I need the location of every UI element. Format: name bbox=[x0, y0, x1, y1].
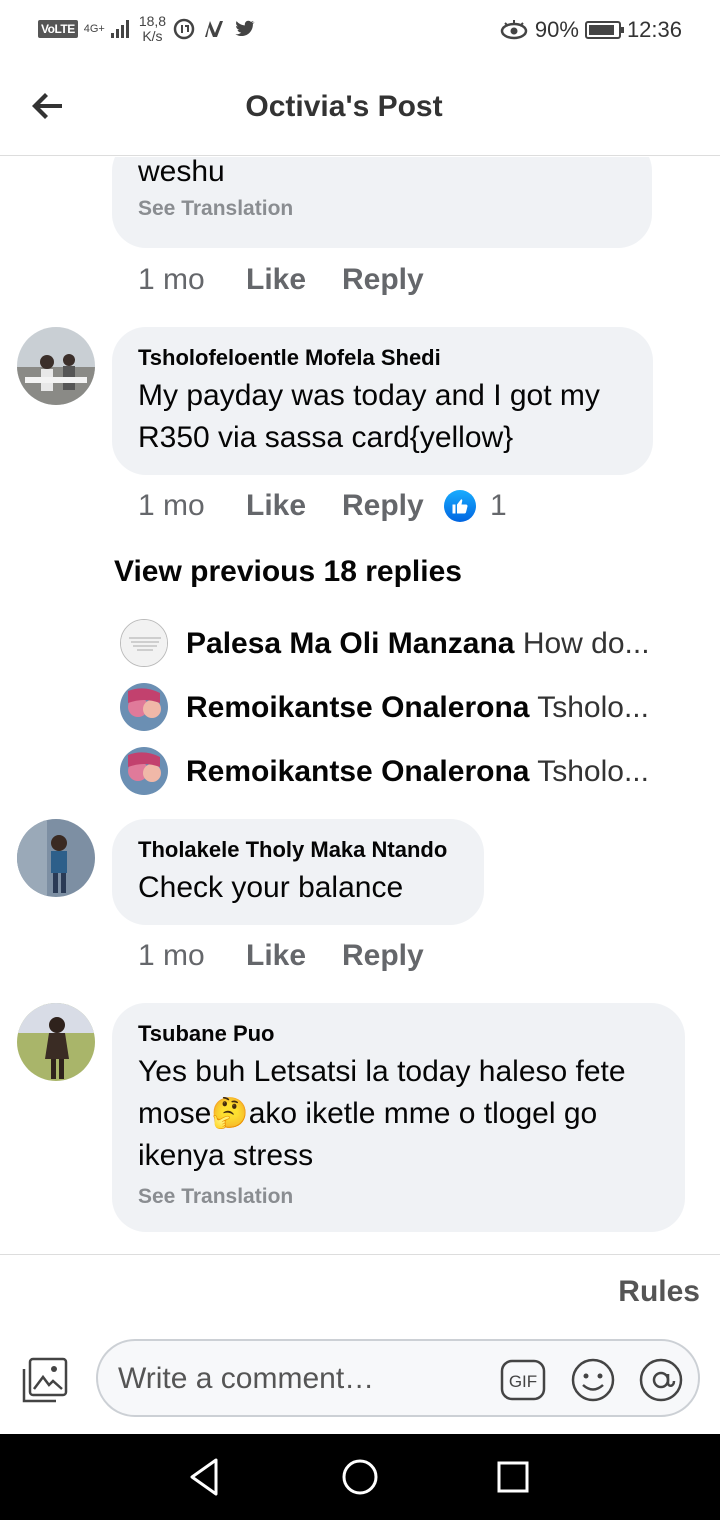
speed-value: 18,8 bbox=[138, 13, 167, 29]
avatar[interactable] bbox=[17, 327, 95, 405]
speed-unit: K/s bbox=[142, 28, 163, 44]
comment-text: weshu bbox=[138, 157, 225, 188]
comment-author[interactable]: Tholakele Tholy Maka Ntando bbox=[138, 837, 458, 863]
view-previous-replies-link[interactable]: View previous 18 replies bbox=[114, 555, 462, 589]
comment-bubble[interactable]: Tsholofeloentle Mofela Shedi My payday w… bbox=[112, 327, 653, 475]
status-left: VoLTE 4G+ 18,8 K/s bbox=[38, 14, 256, 44]
post-header: Octivia's Post bbox=[0, 62, 720, 156]
reply-avatar[interactable] bbox=[120, 619, 168, 667]
photo-icon[interactable] bbox=[20, 1355, 70, 1405]
status-bar: VoLTE 4G+ 18,8 K/s 90% 12:36 bbox=[0, 0, 720, 62]
comment-actions: 1 mo Like Reply bbox=[138, 939, 444, 973]
avatar[interactable] bbox=[17, 1003, 95, 1081]
like-button[interactable]: Like bbox=[246, 489, 342, 523]
battery-percent: 90% bbox=[534, 17, 579, 42]
reply-author: Remoikantse Onalerona bbox=[186, 691, 530, 724]
network-type: 4G+ bbox=[83, 22, 105, 35]
mention-icon[interactable] bbox=[638, 1357, 684, 1403]
like-button[interactable]: Like bbox=[246, 939, 342, 973]
comment-input-box[interactable]: GIF bbox=[96, 1339, 700, 1417]
reply-preview[interactable]: Remoikantse Onalerona Tsholo... bbox=[186, 755, 676, 789]
comments-list[interactable]: weshu See Translation 1 mo Like Reply Ts… bbox=[0, 157, 720, 1254]
network-speed: 18,8 K/s bbox=[139, 14, 166, 44]
reply-author: Remoikantse Onalerona bbox=[186, 755, 530, 788]
reaction-summary[interactable]: 1 bbox=[444, 489, 507, 523]
comment-time: 1 mo bbox=[138, 489, 205, 522]
back-triangle-icon[interactable] bbox=[182, 1454, 228, 1500]
comment-author[interactable]: Tsubane Puo bbox=[138, 1021, 659, 1047]
reply-preview[interactable]: Remoikantse Onalerona Tsholo... bbox=[186, 691, 676, 725]
reply-preview[interactable]: Palesa Ma Oli Manzana How do... bbox=[186, 627, 676, 661]
avatar[interactable] bbox=[17, 819, 95, 897]
emoji-icon[interactable] bbox=[570, 1357, 616, 1403]
comment-composer: Rules GIF bbox=[0, 1254, 720, 1434]
comment-time: 1 mo bbox=[138, 263, 205, 296]
comment-bubble[interactable]: Tsubane Puo Yes buh Letsatsi la today ha… bbox=[112, 1003, 685, 1232]
see-translation-link[interactable]: See Translation bbox=[138, 197, 626, 221]
page-title: Octivia's Post bbox=[245, 90, 443, 123]
comment-time: 1 mo bbox=[138, 939, 205, 972]
home-circle-icon[interactable] bbox=[337, 1454, 383, 1500]
clock: 12:36 bbox=[626, 17, 682, 42]
thumbs-up-icon bbox=[444, 490, 476, 522]
status-right: 90% 12:36 bbox=[499, 17, 682, 43]
system-nav-bar bbox=[0, 1434, 720, 1520]
battery-fill bbox=[588, 25, 615, 35]
comment-text: Yes buh Letsatsi la today haleso fete mo… bbox=[138, 1055, 626, 1172]
comment-actions: 1 mo Like Reply bbox=[138, 263, 444, 297]
data-saver-icon bbox=[173, 18, 195, 40]
signal-icon bbox=[110, 20, 129, 38]
reaction-count: 1 bbox=[490, 489, 507, 522]
eye-comfort-icon bbox=[500, 20, 528, 40]
twitter-icon bbox=[235, 20, 255, 36]
reply-author: Palesa Ma Oli Manzana bbox=[186, 627, 515, 660]
reply-button[interactable]: Reply bbox=[342, 939, 444, 973]
gif-label: GIF bbox=[509, 1372, 537, 1391]
comment-text: Check your balance bbox=[138, 871, 404, 904]
reply-avatar[interactable] bbox=[120, 747, 168, 795]
comment-author[interactable]: Tsholofeloentle Mofela Shedi bbox=[138, 345, 627, 371]
see-translation-link[interactable]: See Translation bbox=[138, 1185, 659, 1209]
comment-bubble[interactable]: Tholakele Tholy Maka Ntando Check your b… bbox=[112, 819, 484, 925]
nova-app-icon bbox=[205, 21, 224, 37]
comment-text: My payday was today and I got my R350 vi… bbox=[138, 379, 600, 454]
reply-text: How do... bbox=[522, 627, 650, 660]
recents-square-icon[interactable] bbox=[490, 1454, 536, 1500]
reply-text: Tsholo... bbox=[537, 691, 649, 724]
reply-button[interactable]: Reply bbox=[342, 263, 444, 297]
reply-avatar[interactable] bbox=[120, 683, 168, 731]
like-button[interactable]: Like bbox=[246, 263, 342, 297]
battery-icon bbox=[584, 21, 624, 39]
reply-button[interactable]: Reply bbox=[342, 489, 444, 523]
volte-indicator: VoLTE bbox=[38, 20, 78, 38]
rules-link[interactable]: Rules bbox=[618, 1275, 700, 1309]
gif-icon[interactable]: GIF bbox=[500, 1357, 546, 1403]
reply-text: Tsholo... bbox=[537, 755, 649, 788]
comment-actions: 1 mo Like Reply 1 bbox=[138, 489, 507, 523]
comment-bubble[interactable]: weshu See Translation bbox=[112, 157, 652, 248]
comment-input[interactable] bbox=[118, 1359, 488, 1399]
